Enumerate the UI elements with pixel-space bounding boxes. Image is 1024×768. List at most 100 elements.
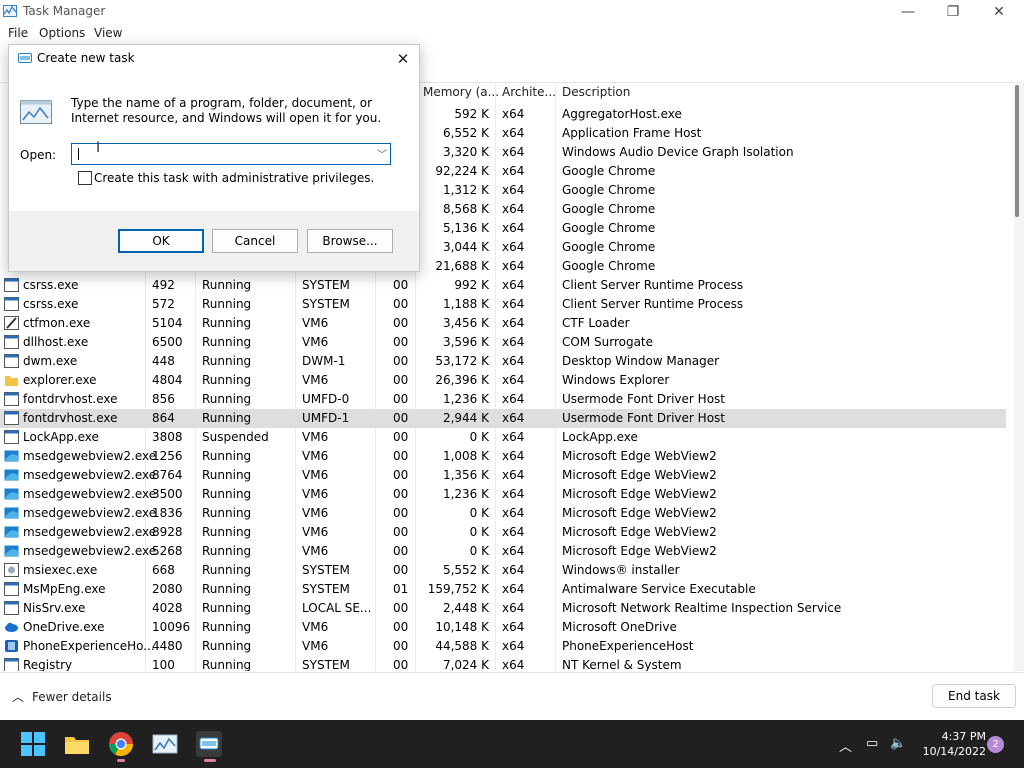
table-row[interactable]: fontdrvhost.exe 856 Running UMFD-0 00 1,236 K… — [0, 390, 1006, 409]
end-task-button[interactable]: End task — [932, 684, 1016, 708]
process-name: Registry — [23, 658, 73, 671]
process-architecture: x64 — [502, 354, 525, 368]
process-status: Running — [202, 487, 252, 501]
table-row[interactable]: Registry 100 Running SYSTEM 00 7,024 K x64 NT K… — [0, 656, 1006, 671]
admin-privileges-checkbox[interactable] — [78, 171, 92, 185]
process-pid: 8764 — [152, 468, 183, 482]
table-row[interactable]: NisSrv.exe 4028 Running LOCAL SE... 00 2,448 … — [0, 599, 1006, 618]
process-architecture: x64 — [502, 506, 525, 520]
process-pid: 864 — [152, 411, 175, 425]
process-name: msedgewebview2.exe — [23, 449, 157, 463]
scrollbar-thumb[interactable] — [1015, 85, 1019, 217]
process-name: csrss.exe — [23, 278, 79, 292]
table-row[interactable]: msedgewebview2.exe 1256 Running VM6 00 1,008 … — [0, 447, 1006, 466]
chrome-icon[interactable] — [106, 729, 136, 759]
table-row[interactable]: fontdrvhost.exe 864 Running UMFD-1 00 2,944 K… — [0, 409, 1006, 428]
process-description: Microsoft Edge WebView2 — [562, 525, 717, 539]
table-row[interactable]: msedgewebview2.exe 3500 Running VM6 00 1,236 … — [0, 485, 1006, 504]
menu-view[interactable]: View — [94, 26, 122, 40]
table-row[interactable]: msedgewebview2.exe 5268 Running VM6 00 0 K x64… — [0, 542, 1006, 561]
table-row[interactable]: PhoneExperienceHo... 4480 Running VM6 00 44,5… — [0, 637, 1006, 656]
notification-badge[interactable]: 2 — [987, 736, 1004, 753]
process-description: Client Server Runtime Process — [562, 297, 744, 311]
process-memory: 6,552 K — [442, 126, 489, 140]
task-manager-icon[interactable] — [150, 729, 180, 759]
process-user: VM6 — [302, 335, 329, 349]
process-architecture: x64 — [502, 373, 525, 387]
process-description: Google Chrome — [562, 259, 656, 273]
fewer-details-toggle[interactable]: ︿ Fewer details — [12, 688, 112, 705]
start-icon[interactable] — [18, 729, 48, 759]
process-pid: 5268 — [152, 544, 183, 558]
process-user: SYSTEM — [302, 278, 350, 292]
process-architecture: x64 — [502, 202, 525, 216]
process-description: Microsoft Edge WebView2 — [562, 544, 717, 558]
window-title: Task Manager — [23, 4, 106, 18]
process-cpu: 00 — [393, 468, 409, 482]
process-memory: 7,024 K — [442, 658, 489, 671]
table-row[interactable]: dwm.exe 448 Running DWM-1 00 53,172 K x64 Deskt… — [0, 352, 1006, 371]
ok-button[interactable]: OK — [118, 229, 204, 253]
table-row[interactable]: LockApp.exe 3808 Suspended VM6 00 0 K x64 LockA… — [0, 428, 1006, 447]
process-description: CTF Loader — [562, 316, 630, 330]
process-description: Client Server Runtime Process — [562, 278, 744, 292]
table-row[interactable]: dllhost.exe 6500 Running VM6 00 3,596 K x64 COM… — [0, 333, 1006, 352]
onedrive-icon — [4, 620, 19, 634]
file-explorer-icon[interactable] — [62, 729, 92, 759]
minimize-button[interactable]: — — [885, 0, 931, 24]
run-dialog-icon[interactable] — [194, 729, 224, 759]
menu-file[interactable]: File — [8, 26, 28, 40]
menu-options[interactable]: Options — [39, 26, 85, 40]
chevron-up-icon[interactable]: ︿ — [839, 736, 852, 755]
process-status: Suspended — [202, 430, 269, 444]
maximize-button[interactable]: ❐ — [930, 0, 976, 24]
open-input[interactable] — [76, 145, 356, 163]
volume-icon[interactable]: 🔈 — [890, 736, 906, 751]
table-row[interactable]: explorer.exe 4804 Running VM6 00 26,396 K x64 W… — [0, 371, 1006, 390]
process-name: msiexec.exe — [23, 563, 98, 577]
run-icon — [18, 53, 32, 63]
process-user: VM6 — [302, 316, 329, 330]
table-row[interactable]: OneDrive.exe 10096 Running VM6 00 10,148 K x64… — [0, 618, 1006, 637]
chevron-down-icon[interactable]: ﹀ — [377, 146, 387, 161]
app-icon — [4, 335, 19, 349]
process-description: Microsoft OneDrive — [562, 620, 677, 634]
app-icon — [4, 430, 19, 444]
table-row[interactable]: csrss.exe 492 Running SYSTEM 00 992 K x64 Clien… — [0, 276, 1006, 295]
table-row[interactable]: msedgewebview2.exe 8928 Running VM6 00 0 K x64… — [0, 523, 1006, 542]
app-icon — [4, 297, 19, 311]
table-row[interactable]: msedgewebview2.exe 1836 Running VM6 00 0 K x64… — [0, 504, 1006, 523]
close-button[interactable]: ✕ — [976, 0, 1022, 24]
process-memory: 0 K — [469, 506, 489, 520]
process-description: Application Frame Host — [562, 126, 702, 140]
process-cpu: 00 — [393, 658, 409, 671]
process-status: Running — [202, 411, 252, 425]
run-dialog-active-indicator — [204, 759, 216, 762]
process-status: Running — [202, 392, 252, 406]
process-user: SYSTEM — [302, 582, 350, 596]
process-architecture: x64 — [502, 259, 525, 273]
process-user: VM6 — [302, 525, 329, 539]
pen-icon — [4, 316, 19, 330]
network-icon[interactable]: ▭ — [866, 736, 878, 751]
open-combobox[interactable]: ﹀ — [71, 143, 391, 165]
cancel-button[interactable]: Cancel — [212, 229, 298, 253]
dialog-close-button[interactable]: ✕ — [392, 49, 414, 69]
table-row[interactable]: msedgewebview2.exe 8764 Running VM6 00 1,356 … — [0, 466, 1006, 485]
process-user: VM6 — [302, 468, 329, 482]
table-row[interactable]: MsMpEng.exe 2080 Running SYSTEM 01 159,752 K x… — [0, 580, 1006, 599]
process-description: Google Chrome — [562, 164, 656, 178]
process-architecture: x64 — [502, 658, 525, 671]
table-row[interactable]: csrss.exe 572 Running SYSTEM 00 1,188 K x64 Cli… — [0, 295, 1006, 314]
process-architecture: x64 — [502, 563, 525, 577]
ibeam-cursor-icon: I — [96, 140, 101, 156]
table-row[interactable]: ctfmon.exe 5104 Running VM6 00 3,456 K x64 CTF … — [0, 314, 1006, 333]
browse-button[interactable]: Browse... — [307, 229, 393, 253]
table-row[interactable]: msiexec.exe 668 Running SYSTEM 00 5,552 K x64 W… — [0, 561, 1006, 580]
process-cpu: 00 — [393, 316, 409, 330]
process-user: VM6 — [302, 639, 329, 653]
clock[interactable]: 4:37 PM 10/14/2022 — [916, 729, 986, 759]
process-memory: 1,312 K — [442, 183, 489, 197]
process-status: Running — [202, 582, 252, 596]
process-status: Running — [202, 468, 252, 482]
